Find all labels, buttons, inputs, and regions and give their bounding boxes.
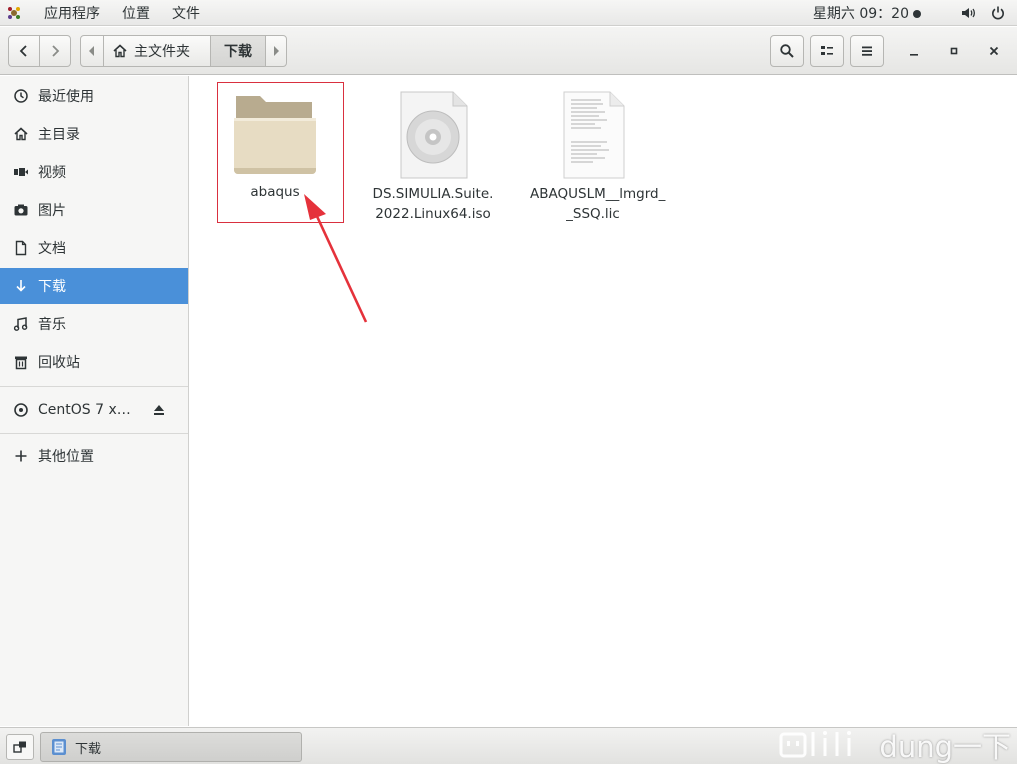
music-icon	[12, 315, 30, 333]
hamburger-menu-icon	[862, 46, 872, 56]
taskbar-window-label: 下载	[75, 741, 102, 757]
sidebar-item-documents[interactable]: 文档	[0, 230, 188, 266]
search-icon	[780, 44, 794, 58]
annotation-arrow-icon	[304, 194, 368, 323]
sidebar-item-videos[interactable]: 视频	[0, 154, 188, 190]
close-button[interactable]	[978, 35, 1010, 67]
bilibili-logo-icon	[779, 728, 871, 762]
sidebar-item-label: 回收站	[38, 355, 80, 371]
header-bar: 主文件夹 下载	[0, 27, 1017, 75]
taskbar-window-downloads[interactable]: 下载	[40, 732, 302, 762]
show-desktop-button[interactable]	[6, 734, 34, 760]
sidebar-item-pictures[interactable]: 图片	[0, 192, 188, 228]
path-scroll-right-button[interactable]	[265, 35, 287, 67]
menu-files[interactable]: 文件	[172, 3, 200, 23]
file-manager-icon	[51, 738, 67, 756]
menu-places[interactable]: 位置	[122, 3, 150, 23]
clock[interactable]: 星期六 09：20	[813, 3, 921, 23]
chevron-right-icon	[52, 45, 60, 57]
search-button[interactable]	[770, 35, 804, 67]
arrow-right-icon	[274, 46, 279, 56]
document-icon	[12, 239, 30, 257]
maximize-button[interactable]	[938, 35, 970, 67]
folder-icon	[212, 92, 338, 178]
file-name: DS.SIMULIA.Suite. 2022.Linux64.iso	[370, 184, 496, 224]
show-desktop-icon	[13, 741, 26, 753]
sidebar-item-trash[interactable]: 回收站	[0, 344, 188, 380]
menu-button[interactable]	[850, 35, 884, 67]
sidebar-item-other-locations[interactable]: 其他位置	[0, 438, 188, 474]
sidebar-divider	[0, 386, 188, 387]
arrow-left-icon	[89, 46, 94, 56]
path-home-label: 主文件夹	[134, 44, 190, 60]
sidebar-item-label: 下载	[38, 279, 66, 295]
sidebar: 最近使用 主目录 视频 图片 文档 下载 音乐 回收站 CentOS 7 x… …	[0, 76, 189, 726]
sidebar-item-label: 文档	[38, 241, 66, 257]
text-file-icon	[530, 90, 656, 180]
minimize-icon	[910, 54, 918, 56]
chevron-left-icon	[19, 45, 27, 57]
close-icon	[989, 46, 999, 56]
sidebar-item-downloads[interactable]: 下载	[0, 268, 188, 304]
sidebar-item-label: CentOS 7 x…	[38, 402, 131, 418]
file-name-line: 2022.Linux64.iso	[375, 206, 491, 222]
path-home-button[interactable]: 主文件夹	[103, 35, 211, 67]
top-panel: 应用程序 位置 文件 星期六 09：20	[0, 0, 1017, 26]
video-icon	[12, 163, 30, 181]
sidebar-item-recent[interactable]: 最近使用	[0, 78, 188, 114]
disc-icon	[12, 401, 30, 419]
view-toggle-button[interactable]	[810, 35, 844, 67]
sidebar-item-label: 最近使用	[38, 89, 94, 105]
power-icon[interactable]	[989, 4, 1007, 22]
nav-buttons	[8, 35, 72, 67]
file-view: abaqus DS.SIMULIA.Suite. 2022.Linux64.is…	[190, 76, 1017, 726]
volume-icon[interactable]	[959, 4, 977, 22]
clock-icon	[12, 87, 30, 105]
file-item-lic[interactable]: ABAQUSLM__lmgrd_ _SSQ.lic	[530, 90, 666, 224]
forward-button[interactable]	[39, 35, 71, 67]
sidebar-divider	[0, 433, 188, 434]
minimize-button[interactable]	[898, 35, 930, 67]
path-current-button[interactable]: 下载	[210, 35, 266, 67]
path-bar: 主文件夹 下载	[80, 35, 287, 67]
applications-logo-icon	[6, 5, 22, 21]
sidebar-item-label: 视频	[38, 165, 66, 181]
menu-applications[interactable]: 应用程序	[44, 3, 100, 23]
sidebar-item-label: 音乐	[38, 317, 66, 333]
camera-icon	[12, 201, 30, 219]
plus-icon	[12, 447, 30, 465]
sidebar-item-home[interactable]: 主目录	[0, 116, 188, 152]
notification-dot-icon	[913, 9, 921, 18]
file-name-line: ABAQUSLM__lmgrd_	[530, 186, 666, 202]
watermark: dung一下	[779, 726, 1011, 764]
download-icon	[12, 277, 30, 295]
sidebar-item-label: 主目录	[38, 127, 80, 143]
trash-icon	[12, 353, 30, 371]
home-icon	[12, 125, 30, 143]
file-name-line: DS.SIMULIA.Suite.	[372, 186, 494, 202]
clock-text: 星期六 09：20	[812, 5, 909, 22]
back-button[interactable]	[8, 35, 40, 67]
maximize-icon	[950, 47, 958, 55]
sidebar-item-device[interactable]: CentOS 7 x…	[0, 392, 188, 428]
path-current-label: 下载	[224, 44, 252, 60]
sidebar-item-label: 其他位置	[38, 449, 94, 465]
file-name-line: _SSQ.lic	[566, 206, 620, 222]
sidebar-item-music[interactable]: 音乐	[0, 306, 188, 342]
sidebar-item-label: 图片	[38, 203, 66, 219]
file-item-iso[interactable]: DS.SIMULIA.Suite. 2022.Linux64.iso	[370, 90, 496, 224]
top-panel-right: 星期六 09：20	[813, 0, 1017, 25]
taskbar: 下载 dung一下	[0, 727, 1017, 764]
eject-icon[interactable]	[150, 401, 168, 419]
list-view-icon	[821, 46, 833, 55]
file-name: ABAQUSLM__lmgrd_ _SSQ.lic	[530, 184, 666, 224]
top-menu: 应用程序 位置 文件	[0, 0, 222, 25]
disc-image-icon	[370, 90, 496, 180]
watermark-text: dung一下	[879, 730, 1011, 764]
home-icon	[112, 43, 128, 59]
path-scroll-left-button[interactable]	[80, 35, 104, 67]
